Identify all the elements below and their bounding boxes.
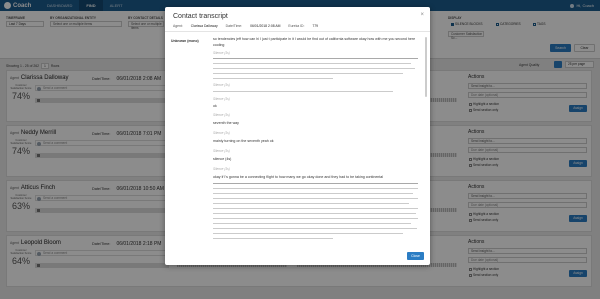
- transcript-line: [213, 73, 403, 75]
- transcript-line: [213, 63, 411, 65]
- transcript-line: [213, 233, 403, 235]
- contact-transcript-modal: Contact transcript × Agent: Clarissa Dal…: [165, 7, 430, 265]
- datetime-label: Date/Time:: [225, 24, 243, 28]
- utterance-text: mainly turning on the seventh yeah ok: [213, 139, 274, 143]
- silence-marker: Silence (3s): [213, 131, 230, 135]
- close-icon[interactable]: ×: [420, 12, 424, 18]
- modal-title: Contact transcript: [173, 13, 228, 20]
- modal-contact-meta: Agent: Clarissa Dalloway Date/Time: 06/0…: [173, 24, 325, 28]
- silence-marker: Silence (3s): [213, 149, 230, 153]
- transcript-line: [213, 228, 417, 230]
- modal-divider: [165, 31, 430, 32]
- transcript-line: [213, 208, 418, 210]
- agent-name: Clarissa Dalloway: [190, 24, 218, 28]
- transcript-line: [213, 213, 416, 215]
- transcript-line: [213, 198, 418, 200]
- silence-marker: Silence (3s): [213, 97, 230, 101]
- transcript-line: [213, 188, 418, 190]
- transcript-body[interactable]: Unknown (mono) so tendencies jeff how ca…: [171, 37, 423, 251]
- transcript-line: [213, 223, 411, 225]
- transcript-line: [213, 91, 393, 93]
- modal-scrollbar[interactable]: [425, 37, 427, 97]
- silence-marker: Silence (3s): [213, 83, 230, 87]
- silence-marker: Silence (3s): [213, 167, 230, 171]
- utterance-text: seventh the way: [213, 121, 239, 125]
- speaker-label: Unknown (mono): [171, 39, 199, 43]
- eureka-value: 779: [312, 24, 319, 28]
- datetime-value: 06/01/2018 2:08 AM: [250, 24, 281, 28]
- transcript-line: [213, 183, 418, 185]
- silence-marker: Silence (3s): [213, 113, 230, 117]
- transcript-line: [213, 78, 333, 80]
- agent-label: Agent:: [173, 24, 183, 28]
- transcript-line: [213, 68, 415, 70]
- transcript-line: [213, 58, 418, 60]
- transcript-line: [213, 238, 333, 240]
- silence-marker: Silence (3s): [213, 51, 230, 55]
- transcript-line: [213, 203, 409, 205]
- utterance-text: silence (4s): [213, 157, 232, 161]
- eureka-label: Eureka ID:: [288, 24, 305, 28]
- close-button[interactable]: Close: [407, 252, 424, 260]
- transcript-line: [213, 218, 418, 220]
- utterance-text: ok: [213, 104, 217, 108]
- utterance-text: okay if I's gonna be a connecting flight…: [213, 175, 384, 179]
- transcript-line: [213, 193, 413, 195]
- utterance-text: so tendencies jeff how can hi I just t p…: [213, 37, 416, 47]
